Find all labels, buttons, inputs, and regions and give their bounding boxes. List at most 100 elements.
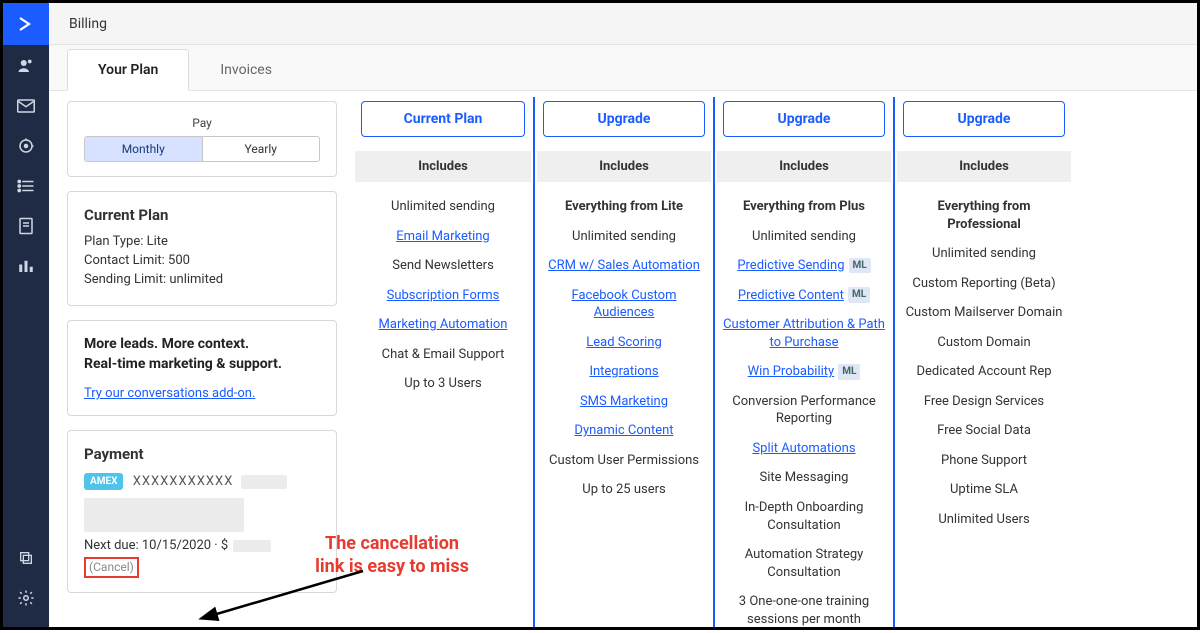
plan-feature[interactable]: Predictive Sending ML bbox=[715, 251, 893, 281]
app-sidebar bbox=[3, 3, 49, 627]
plan-feature: Uptime SLA bbox=[895, 475, 1073, 505]
nav-forms-icon[interactable] bbox=[3, 207, 49, 245]
plan-feature[interactable]: Integrations bbox=[535, 357, 713, 387]
ml-badge: ML bbox=[838, 364, 860, 380]
plan-feature-link[interactable]: Integrations bbox=[589, 364, 658, 379]
app-logo[interactable] bbox=[3, 3, 49, 45]
plan-feature: Site Messaging bbox=[715, 463, 893, 493]
plan-column-plus: Upgrade Includes Everything from LiteUnl… bbox=[533, 97, 713, 627]
plan-feature-link[interactable]: Win Probability bbox=[748, 364, 835, 379]
nav-mail-icon[interactable] bbox=[3, 87, 49, 125]
plan-feature: In-Depth Onboarding Consultation bbox=[715, 493, 893, 540]
plan-feature: Free Social Data bbox=[895, 416, 1073, 446]
sending-limit-row: Sending Limit: unlimited bbox=[84, 272, 320, 287]
upgrade-button[interactable]: Upgrade bbox=[903, 101, 1065, 137]
plan-feature-link[interactable]: Lead Scoring bbox=[586, 335, 662, 350]
plan-feature-link[interactable]: Dynamic Content bbox=[574, 423, 673, 438]
plan-feature-link[interactable]: Predictive Sending bbox=[737, 258, 844, 273]
plan-feature[interactable]: Facebook Custom Audiences bbox=[535, 281, 713, 328]
tab-your-plan[interactable]: Your Plan bbox=[67, 49, 189, 91]
plan-feature: Dedicated Account Rep bbox=[895, 357, 1073, 387]
pay-label: Pay bbox=[84, 116, 320, 130]
includes-header: Includes bbox=[355, 151, 531, 182]
plan-feature: Up to 25 users bbox=[535, 475, 713, 505]
plans-grid: Current Plan Includes Unlimited sendingE… bbox=[349, 91, 1197, 627]
ml-badge: ML bbox=[849, 258, 871, 274]
upgrade-button[interactable]: Upgrade bbox=[723, 101, 885, 137]
nav-automation-icon[interactable] bbox=[3, 127, 49, 165]
plan-feature[interactable]: CRM w/ Sales Automation bbox=[535, 251, 713, 281]
left-column: Pay Monthly Yearly Current Plan Plan Typ… bbox=[49, 91, 349, 627]
pay-yearly-option[interactable]: Yearly bbox=[203, 137, 320, 161]
nav-lists-icon[interactable] bbox=[3, 167, 49, 205]
plan-feature: Custom Reporting (Beta) bbox=[895, 269, 1073, 299]
nav-copy-icon[interactable] bbox=[3, 539, 49, 577]
plan-feature: Phone Support bbox=[895, 446, 1073, 476]
redacted-block bbox=[233, 540, 271, 552]
includes-header: Includes bbox=[717, 151, 891, 182]
plan-feature[interactable]: Lead Scoring bbox=[535, 328, 713, 358]
plan-column-lite: Current Plan Includes Unlimited sendingE… bbox=[353, 97, 533, 627]
plan-column-professional: Upgrade Includes Everything from PlusUnl… bbox=[713, 97, 893, 627]
nav-contacts-icon[interactable] bbox=[3, 47, 49, 85]
plan-feature: Everything from Plus bbox=[715, 192, 893, 222]
upgrade-button[interactable]: Upgrade bbox=[543, 101, 705, 137]
plan-feature: Unlimited Users bbox=[895, 505, 1073, 535]
includes-header: Includes bbox=[537, 151, 711, 182]
plan-feature: Unlimited sending bbox=[715, 222, 893, 252]
nav-settings-icon[interactable] bbox=[3, 579, 49, 617]
promo-line2: Real-time marketing & support. bbox=[84, 355, 320, 375]
plan-feature[interactable]: Subscription Forms bbox=[353, 281, 533, 311]
plan-feature[interactable]: Split Automations bbox=[715, 434, 893, 464]
plan-feature[interactable]: Predictive Content ML bbox=[715, 281, 893, 311]
plan-feature: Up to 3 Users bbox=[353, 369, 533, 399]
cancel-link[interactable]: (Cancel) bbox=[89, 560, 134, 574]
plan-feature-link[interactable]: Marketing Automation bbox=[379, 317, 508, 332]
current-plan-button[interactable]: Current Plan bbox=[361, 101, 525, 137]
current-plan-card: Current Plan Plan Type: Lite Contact Lim… bbox=[67, 191, 337, 306]
plan-feature: Chat & Email Support bbox=[353, 340, 533, 370]
redacted-block bbox=[241, 475, 287, 489]
plan-feature-link[interactable]: CRM w/ Sales Automation bbox=[548, 258, 700, 273]
plan-feature-link[interactable]: Email Marketing bbox=[396, 229, 489, 244]
promo-link[interactable]: Try our conversations add-on. bbox=[84, 386, 255, 401]
plan-feature-link[interactable]: Predictive Content bbox=[738, 288, 844, 303]
plan-feature[interactable]: Win ProbabilityML bbox=[715, 357, 893, 387]
plan-feature: Everything from Lite bbox=[535, 192, 713, 222]
plan-feature-link[interactable]: Facebook Custom Audiences bbox=[572, 288, 677, 321]
plan-feature: Custom Domain bbox=[895, 328, 1073, 358]
redacted-block bbox=[84, 498, 244, 532]
next-due-row: Next due: 10/15/2020 · $ bbox=[84, 538, 320, 553]
plan-feature: Automation Strategy Consultation bbox=[715, 540, 893, 587]
pay-frequency-card: Pay Monthly Yearly bbox=[67, 101, 337, 177]
plan-feature-link[interactable]: Split Automations bbox=[752, 441, 855, 456]
plan-feature: Custom Mailserver Domain bbox=[895, 298, 1073, 328]
plan-feature: Custom User Permissions bbox=[535, 446, 713, 476]
plan-feature: Free Design Services bbox=[895, 387, 1073, 417]
plan-feature: Everything from Professional bbox=[895, 192, 1073, 239]
promo-line1: More leads. More context. bbox=[84, 335, 320, 355]
plan-feature-link[interactable]: SMS Marketing bbox=[580, 394, 668, 409]
plan-feature: Unlimited sending bbox=[895, 239, 1073, 269]
nav-reports-icon[interactable] bbox=[3, 247, 49, 285]
plan-feature[interactable]: Dynamic Content bbox=[535, 416, 713, 446]
plan-column-enterprise: Upgrade Includes Everything from Profess… bbox=[893, 97, 1073, 627]
plan-feature-link[interactable]: Customer Attribution & Path to Purchase bbox=[723, 317, 885, 350]
promo-card: More leads. More context. Real-time mark… bbox=[67, 320, 337, 416]
card-brand-badge: AMEX bbox=[84, 473, 123, 490]
cancel-row: (Cancel) bbox=[84, 557, 320, 578]
plan-feature: Send Newsletters bbox=[353, 251, 533, 281]
plan-feature[interactable]: Customer Attribution & Path to Purchase bbox=[715, 310, 893, 357]
content-area: Pay Monthly Yearly Current Plan Plan Typ… bbox=[49, 91, 1197, 627]
plan-feature[interactable]: SMS Marketing bbox=[535, 387, 713, 417]
current-plan-heading: Current Plan bbox=[84, 206, 320, 224]
plan-feature[interactable]: Marketing Automation bbox=[353, 310, 533, 340]
plan-feature[interactable]: Email Marketing bbox=[353, 222, 533, 252]
plan-feature-link[interactable]: Subscription Forms bbox=[387, 288, 500, 303]
plan-feature: Unlimited sending bbox=[535, 222, 713, 252]
ml-badge: ML bbox=[848, 287, 870, 303]
payment-heading: Payment bbox=[84, 445, 320, 463]
pay-toggle: Monthly Yearly bbox=[84, 136, 320, 162]
pay-monthly-option[interactable]: Monthly bbox=[85, 137, 203, 161]
tab-invoices[interactable]: Invoices bbox=[189, 49, 303, 90]
